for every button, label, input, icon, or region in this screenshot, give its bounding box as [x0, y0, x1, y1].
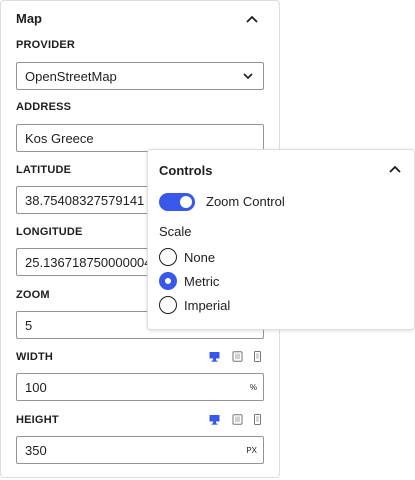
controls-popover: Controls Zoom Control Scale None Metric …: [147, 149, 415, 330]
provider-label: PROVIDER: [16, 39, 76, 51]
address-value: Kos Greece: [25, 131, 94, 146]
zoom-control-toggle[interactable]: [159, 193, 195, 211]
height-value: 350: [25, 443, 47, 458]
radio-dot: [165, 278, 171, 284]
chevron-up-icon[interactable]: [246, 15, 258, 23]
scale-option-imperial[interactable]: Imperial: [159, 296, 359, 316]
mobile-icon[interactable]: [252, 414, 263, 425]
width-value: 100: [25, 380, 47, 395]
longitude-label: LONGITUDE: [16, 226, 83, 238]
height-label: HEIGHT: [16, 414, 59, 426]
panel-header[interactable]: Map: [16, 10, 266, 30]
zoom-value: 5: [25, 318, 33, 333]
radio-metric[interactable]: [159, 272, 177, 290]
desktop-icon[interactable]: [209, 414, 220, 425]
width-unit[interactable]: %: [250, 383, 257, 392]
desktop-icon[interactable]: [209, 351, 220, 362]
height-input[interactable]: 350 PX: [16, 436, 264, 464]
radio-imperial[interactable]: [159, 296, 177, 314]
tablet-icon[interactable]: [232, 351, 243, 362]
panel-title: Map: [16, 11, 42, 26]
scale-label: Scale: [159, 224, 192, 239]
chevron-up-icon[interactable]: [389, 165, 401, 173]
width-label: WIDTH: [16, 351, 54, 363]
width-input[interactable]: 100 %: [16, 373, 264, 401]
chevron-down-icon: [243, 73, 253, 80]
provider-select[interactable]: OpenStreetMap: [16, 62, 264, 90]
address-input[interactable]: Kos Greece: [16, 124, 264, 152]
radio-label-metric: Metric: [184, 274, 220, 289]
radio-none[interactable]: [159, 248, 177, 266]
height-unit[interactable]: PX: [246, 446, 257, 455]
address-label: ADDRESS: [16, 101, 72, 113]
radio-label-none: None: [184, 250, 216, 265]
scale-option-metric[interactable]: Metric: [159, 272, 359, 292]
provider-value: OpenStreetMap: [25, 69, 117, 84]
controls-title: Controls: [159, 163, 213, 178]
radio-label-imperial: Imperial: [184, 298, 231, 313]
zoom-label: ZOOM: [16, 289, 50, 301]
longitude-value: 25.136718750000004: [25, 255, 152, 270]
latitude-value: 38.75408327579141: [25, 193, 145, 208]
tablet-icon[interactable]: [232, 414, 243, 425]
latitude-label: LATITUDE: [16, 164, 72, 176]
scale-option-none[interactable]: None: [159, 248, 359, 268]
zoom-control-label: Zoom Control: [206, 194, 285, 209]
mobile-icon[interactable]: [252, 351, 263, 362]
toggle-knob: [180, 196, 192, 208]
